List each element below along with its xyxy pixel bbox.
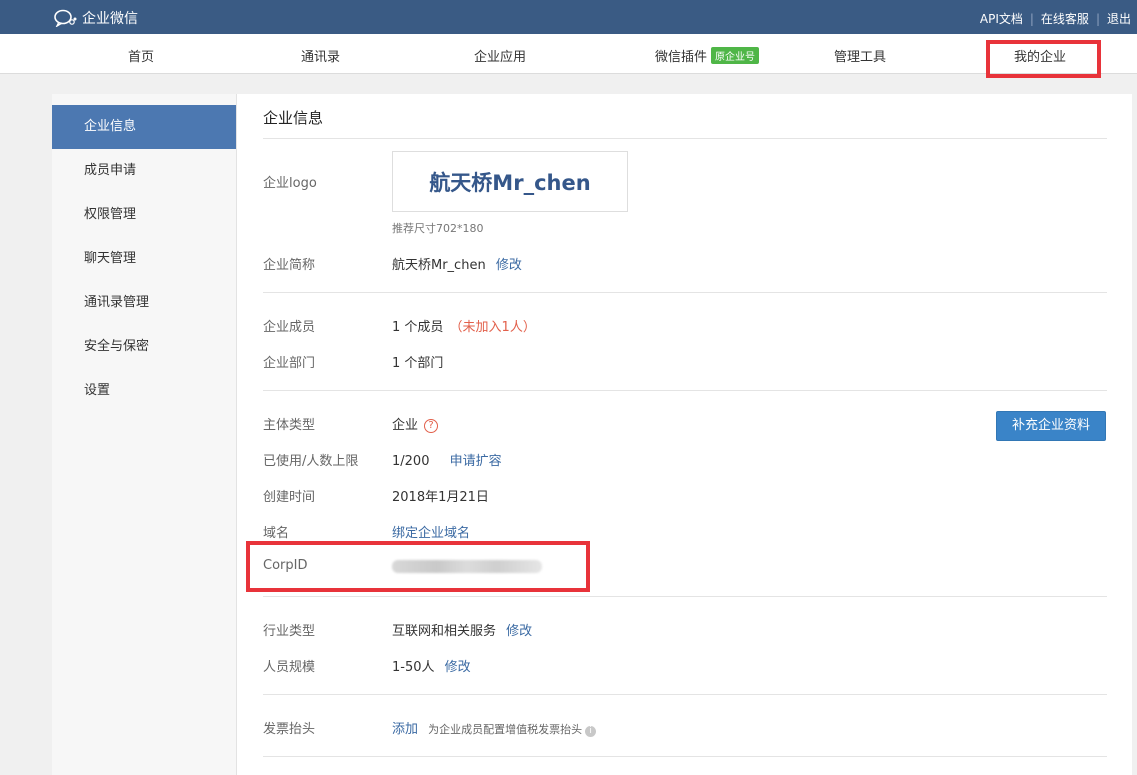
online-service-link[interactable]: 在线客服 — [1041, 10, 1089, 27]
nav-wechat-plugin[interactable]: 微信插件 原企业号 — [655, 46, 760, 65]
brand-logo[interactable]: 企业微信 — [54, 8, 138, 28]
nav-home[interactable]: 首页 — [128, 46, 154, 65]
separator: | — [1095, 11, 1100, 26]
short-name-row: 航天桥Mr_chen 修改 — [392, 254, 522, 273]
divider — [263, 138, 1107, 139]
industry-label: 行业类型 — [263, 624, 316, 639]
divider — [263, 694, 1107, 695]
page-title: 企业信息 — [263, 109, 324, 127]
divider — [263, 390, 1107, 391]
domain-label: 域名 — [263, 526, 290, 541]
created-label: 创建时间 — [263, 490, 316, 505]
sidebar: 企业信息 成员申请 权限管理 聊天管理 通讯录管理 安全与保密 设置 — [52, 94, 237, 775]
help-icon[interactable]: ? — [424, 419, 439, 433]
usage-label: 已使用/人数上限 — [263, 454, 359, 469]
sidebar-item-chat-management[interactable]: 聊天管理 — [52, 237, 236, 281]
members-row: 1 个成员 （未加入1人） — [392, 316, 536, 335]
main-nav: 首页 通讯录 企业应用 微信插件 原企业号 管理工具 我的企业 — [0, 34, 1137, 74]
entity-type-value: 企业 — [392, 418, 419, 433]
members-label: 企业成员 — [263, 320, 316, 335]
bind-domain-link[interactable]: 绑定企业域名 — [392, 522, 470, 541]
logo-size-hint: 推荐尺寸702*180 — [392, 222, 484, 235]
unjoined-members-link[interactable]: （未加入1人） — [450, 320, 536, 335]
invoice-label: 发票抬头 — [263, 722, 316, 737]
sidebar-item-permissions[interactable]: 权限管理 — [52, 193, 236, 237]
scale-label: 人员规模 — [263, 660, 316, 675]
entity-type-label: 主体类型 — [263, 418, 316, 433]
sidebar-item-member-requests[interactable]: 成员申请 — [52, 149, 236, 193]
corpid-label: CorpID — [263, 558, 308, 573]
nav-my-company[interactable]: 我的企业 — [1014, 46, 1066, 65]
nav-plugin-label: 微信插件 — [655, 50, 708, 65]
departments-value: 1 个部门 — [392, 356, 444, 371]
divider — [263, 292, 1107, 293]
departments-label: 企业部门 — [263, 356, 316, 371]
divider — [263, 756, 1107, 757]
usage-value: 1/200 — [392, 454, 430, 469]
logout-link[interactable]: 退出 — [1107, 10, 1131, 27]
nav-contacts[interactable]: 通讯录 — [301, 46, 340, 65]
supplement-info-button[interactable]: 补充企业资料 — [996, 411, 1106, 441]
top-bar: 企业微信 API文档 | 在线客服 | 退出 — [0, 0, 1137, 34]
info-icon[interactable]: i — [585, 726, 597, 737]
brand-name: 企业微信 — [82, 11, 138, 27]
top-links: API文档 | 在线客服 | 退出 — [980, 10, 1131, 27]
edit-scale-link[interactable]: 修改 — [445, 660, 471, 675]
sidebar-item-security[interactable]: 安全与保密 — [52, 325, 236, 369]
edit-industry-link[interactable]: 修改 — [506, 624, 532, 639]
sidebar-item-contacts-management[interactable]: 通讯录管理 — [52, 281, 236, 325]
corpid-redacted-value — [392, 560, 542, 573]
nav-apps[interactable]: 企业应用 — [474, 46, 526, 65]
created-value: 2018年1月21日 — [392, 490, 489, 505]
divider — [263, 596, 1107, 597]
invoice-row: 添加 为企业成员配置增值税发票抬头 i — [392, 718, 597, 737]
invoice-hint: 为企业成员配置增值税发票抬头 — [428, 723, 583, 736]
nav-tools[interactable]: 管理工具 — [834, 46, 886, 65]
sidebar-item-company-info[interactable]: 企业信息 — [52, 105, 236, 149]
company-logo-box[interactable]: 航天桥Mr_chen — [392, 151, 628, 212]
logo-label: 企业logo — [263, 176, 317, 191]
legacy-badge: 原企业号 — [711, 47, 760, 64]
members-value: 1 个成员 — [392, 320, 444, 335]
scale-value: 1-50人 — [392, 660, 435, 675]
main-card: 企业信息 成员申请 权限管理 聊天管理 通讯录管理 安全与保密 设置 企业信息 … — [52, 94, 1132, 775]
sidebar-item-settings[interactable]: 设置 — [52, 369, 236, 413]
industry-value: 互联网和相关服务 — [392, 624, 497, 639]
usage-row: 1/200 申请扩容 — [392, 450, 502, 469]
add-invoice-link[interactable]: 添加 — [392, 722, 418, 737]
scale-row: 1-50人 修改 — [392, 656, 471, 675]
short-name-value: 航天桥Mr_chen — [392, 258, 486, 273]
entity-type-row: 企业? — [392, 414, 439, 433]
separator: | — [1029, 11, 1034, 26]
industry-row: 互联网和相关服务 修改 — [392, 620, 532, 639]
wework-logo-icon — [54, 9, 77, 27]
short-name-label: 企业简称 — [263, 258, 316, 273]
expand-capacity-link[interactable]: 申请扩容 — [450, 454, 502, 469]
edit-short-name-link[interactable]: 修改 — [496, 258, 522, 273]
api-docs-link[interactable]: API文档 — [980, 10, 1023, 27]
